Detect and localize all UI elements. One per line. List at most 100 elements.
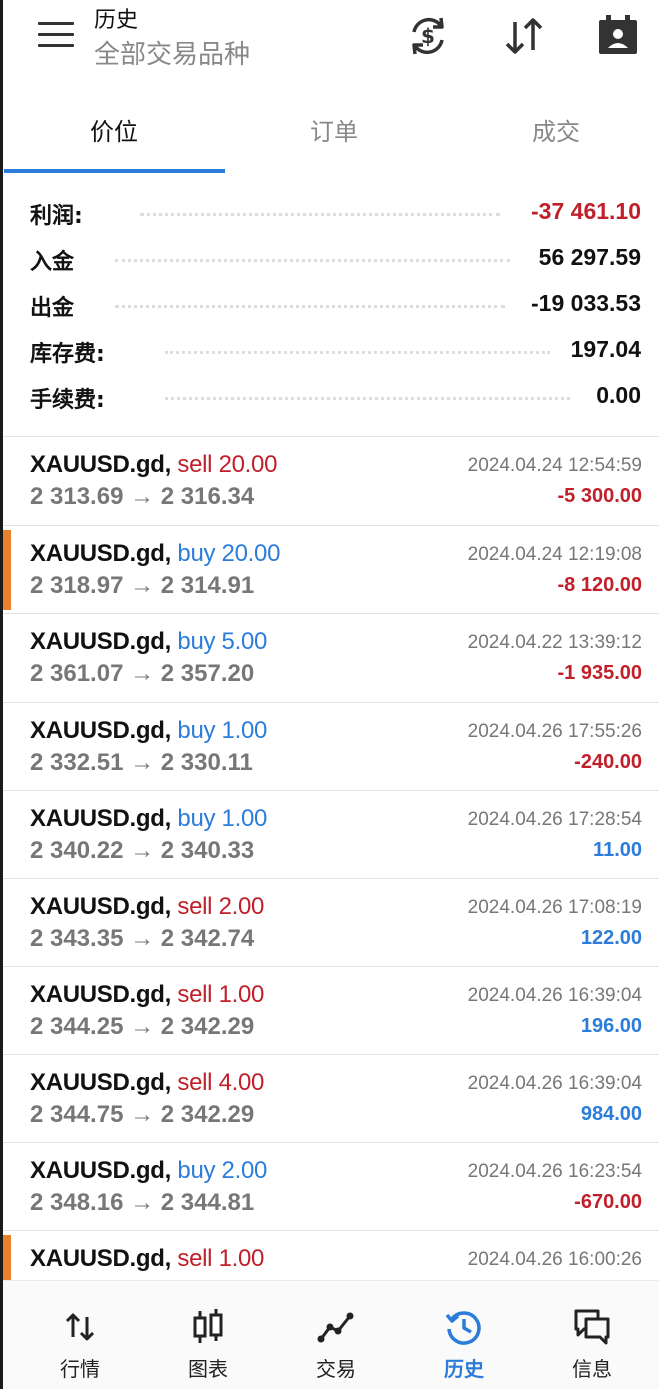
bottom-navigation: 行情 图表 交易 历史 信息 [0,1280,659,1389]
deal-row[interactable]: XAUUSD.gd, buy 1.00 2 340.22 → 2 340.33 … [0,791,659,879]
deal-prices: 2 344.25 → 2 342.29 [30,1013,255,1040]
history-tabs: 价位 订单 成交 [0,92,659,174]
nav-quotes[interactable]: 行情 [16,1281,144,1389]
sort-icon[interactable] [500,12,548,60]
deal-symbol: XAUUSD.gd, buy 1.00 [30,717,268,744]
calendar-account-icon[interactable] [594,12,642,60]
deal-row[interactable]: XAUUSD.gd, sell 20.00 2 313.69 → 2 316.3… [0,437,659,525]
deal-row[interactable]: XAUUSD.gd, buy 20.00 2 318.97 → 2 314.91… [0,526,659,614]
deal-symbol: XAUUSD.gd, sell 4.00 [30,1069,265,1096]
deal-symbol: XAUUSD.gd, sell 20.00 [30,451,278,478]
deal-time: 2024.04.22 13:39:12 [467,632,642,653]
summary-value: 56 297.59 [538,244,641,270]
nav-messages[interactable]: 信息 [528,1281,656,1389]
deal-profit: -670.00 [574,1191,642,1213]
tab-deals[interactable]: 成交 [446,112,659,147]
deal-symbol: XAUUSD.gd, buy 1.00 [30,805,268,832]
nav-label: 行情 [60,1357,100,1381]
quotes-icon [60,1307,100,1347]
summary-label: 出金 [30,296,75,321]
deal-side-volume: sell 1.00 [177,1245,265,1272]
deal-row[interactable]: XAUUSD.gd, sell 4.00 2 344.75 → 2 342.29… [0,1055,659,1143]
active-tab-indicator [4,169,225,173]
deal-row[interactable]: XAUUSD.gd, buy 5.00 2 361.07 → 2 357.20 … [0,614,659,702]
deal-side-volume: sell 20.00 [177,451,278,478]
left-edge-border [0,0,3,1389]
deal-profit: -240.00 [574,751,642,773]
symbol-filter[interactable]: 全部交易品种 [94,34,250,71]
dot-leader [115,258,510,262]
deal-side-volume: sell 4.00 [177,1069,265,1096]
deal-row[interactable]: XAUUSD.gd, sell 2.00 2 343.35 → 2 342.74… [0,879,659,967]
deal-profit: -5 300.00 [557,485,642,507]
deal-time: 2024.04.26 17:08:19 [467,897,642,918]
deal-side-volume: sell 1.00 [177,981,265,1008]
nav-label: 图表 [188,1357,228,1381]
deal-prices: 2 344.75 → 2 342.29 [30,1101,255,1128]
nav-label: 信息 [572,1357,612,1381]
deal-symbol: XAUUSD.gd, sell 1.00 [30,981,265,1008]
nav-trade[interactable]: 交易 [272,1281,400,1389]
deal-time: 2024.04.26 17:55:26 [467,721,642,742]
deal-prices: 2 340.22 → 2 340.33 [30,837,255,864]
deal-time: 2024.04.26 16:39:04 [467,1073,642,1094]
deal-row[interactable]: XAUUSD.gd, buy 1.00 2 332.51 → 2 330.11 … [0,703,659,791]
summary-row-withdrawal: 出金 -19 033.53 [0,282,659,328]
currency-exchange-icon[interactable]: $ [404,12,452,60]
deal-side-volume: buy 1.00 [177,717,268,744]
deal-profit: 984.00 [580,1103,642,1125]
deal-prices: 2 332.51 → 2 330.11 [30,749,253,776]
tab-positions[interactable]: 价位 [4,112,224,147]
summary-label: 手续费: [30,388,105,413]
deal-side-volume: buy 20.00 [177,540,281,567]
dot-leader [115,304,505,308]
tab-orders[interactable]: 订单 [224,112,444,147]
nav-history[interactable]: 历史 [400,1281,528,1389]
deal-row[interactable]: XAUUSD.gd, sell 1.00 2 344.25 → 2 342.29… [0,967,659,1055]
summary-value: -19 033.53 [531,290,641,316]
messages-icon [572,1307,612,1347]
dot-leader [140,212,500,216]
deal-prices: 2 313.69 → 2 316.34 [30,483,255,510]
summary-value: -37 461.10 [531,198,641,224]
deal-row[interactable]: XAUUSD.gd, buy 2.00 2 348.16 → 2 344.81 … [0,1143,659,1231]
summary-value: 0.00 [596,382,641,408]
deal-side-volume: buy 1.00 [177,805,268,832]
summary-row-commission: 手续费: 0.00 [0,374,659,420]
deal-profit: 122.00 [580,927,642,949]
deal-symbol: XAUUSD.gd, buy 20.00 [30,540,281,567]
menu-icon[interactable] [38,22,74,50]
summary-row-deposit: 入金 56 297.59 [0,236,659,282]
deal-symbol: XAUUSD.gd, sell 2.00 [30,893,265,920]
summary-value: 197.04 [570,336,641,362]
page-title: 历史 [94,8,139,33]
deal-profit: -8 120.00 [557,574,642,596]
deal-marker [3,1235,11,1280]
summary-label: 入金 [30,250,75,275]
deal-prices: 2 343.35 → 2 342.74 [30,925,255,952]
dot-leader [165,396,570,400]
deal-profit: 196.00 [580,1015,642,1037]
nav-chart[interactable]: 图表 [144,1281,272,1389]
deal-profit: 11.00 [593,839,642,861]
deal-prices: 2 318.97 → 2 314.91 [30,572,255,599]
deal-prices: 2 361.07 → 2 357.20 [30,660,255,687]
trade-icon [316,1307,356,1347]
dot-leader [165,350,550,354]
deal-time: 2024.04.26 17:28:54 [467,809,642,830]
deal-row[interactable]: XAUUSD.gd, sell 1.00 2024.04.26 16:00:26 [0,1231,659,1280]
summary-row-swap: 库存费: 197.04 [0,328,659,374]
chart-icon [188,1307,228,1347]
deal-time: 2024.04.26 16:23:54 [467,1161,642,1182]
nav-label: 交易 [316,1357,356,1381]
nav-label: 历史 [444,1357,484,1381]
deal-symbol: XAUUSD.gd, buy 2.00 [30,1157,268,1184]
summary-label: 库存费: [30,342,105,367]
summary-row-profit: 利润: -37 461.10 [0,190,659,236]
deal-side-volume: sell 2.00 [177,893,265,920]
deal-marker [3,530,11,610]
deal-time: 2024.04.24 12:54:59 [467,455,642,476]
deal-time: 2024.04.26 16:00:26 [467,1249,642,1270]
deal-symbol: XAUUSD.gd, buy 5.00 [30,628,268,655]
app-header: 历史 全部交易品种 $ [0,0,659,92]
